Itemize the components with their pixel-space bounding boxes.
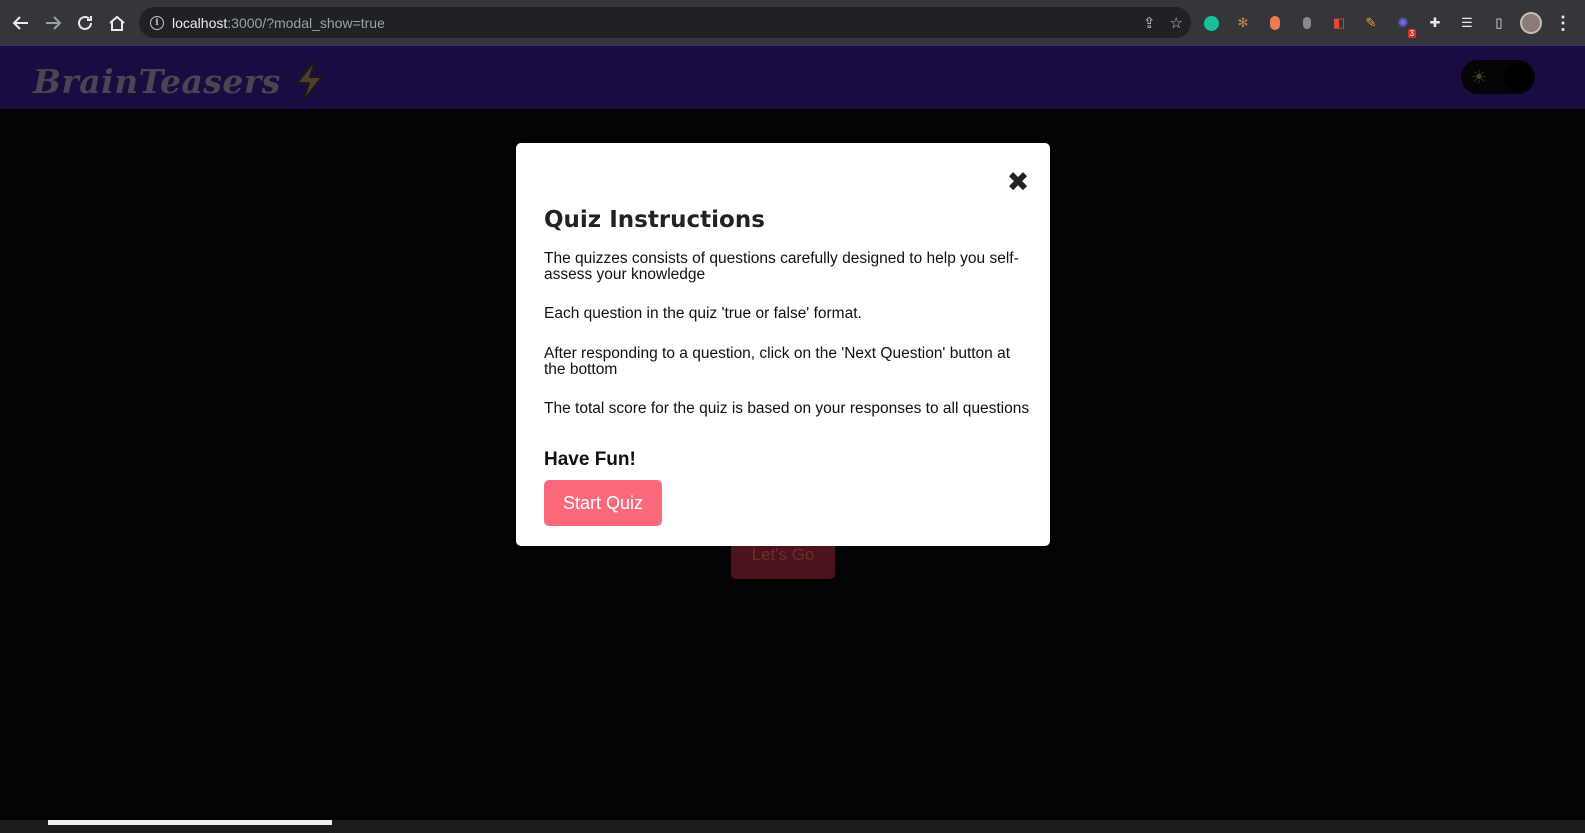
extension-icon[interactable]: ✺ 3	[1392, 12, 1416, 38]
instructions-modal: ✖ Quiz Instructions The quizzes consists…	[516, 143, 1050, 546]
puzzle-icon[interactable]: ✚	[1424, 12, 1446, 34]
app-header: BrainTeasers ☀	[0, 45, 1585, 109]
browser-toolbar: i localhost:3000/?modal_show=true ⇪ ☆ ✻ …	[0, 0, 1585, 45]
lightning-bolt-icon	[295, 60, 323, 102]
start-quiz-button[interactable]: Start Quiz	[544, 480, 662, 526]
extension-icon[interactable]	[1264, 12, 1286, 34]
reload-icon	[78, 15, 92, 30]
back-button[interactable]	[5, 7, 37, 39]
extension-icon[interactable]: ◧	[1328, 12, 1350, 34]
modal-title: Quiz Instructions	[544, 207, 765, 233]
pen-icon[interactable]: ✎	[1360, 12, 1382, 34]
badge-count: 3	[1407, 29, 1416, 38]
instruction-paragraph: The quizzes consists of questions carefu…	[544, 250, 1019, 283]
reload-button[interactable]	[69, 7, 101, 39]
theme-toggle[interactable]: ☀	[1461, 60, 1535, 94]
arrow-right-icon	[46, 15, 62, 30]
extension-icon[interactable]: ✻	[1232, 12, 1254, 34]
brand-title: BrainTeasers	[33, 61, 281, 101]
instruction-paragraph: Each question in the quiz 'true or false…	[544, 305, 862, 322]
grammarly-icon[interactable]	[1200, 12, 1222, 34]
instruction-paragraph: The total score for the quiz is based on…	[544, 400, 1030, 417]
menu-icon[interactable]: ⋮	[1554, 13, 1572, 34]
reading-list-icon[interactable]: ☰	[1456, 12, 1478, 34]
bookmark-star-icon[interactable]: ☆	[1170, 14, 1183, 32]
share-icon[interactable]: ⇪	[1143, 14, 1156, 32]
close-icon[interactable]: ✖	[1003, 168, 1033, 198]
sidepanel-icon[interactable]: ▯	[1488, 12, 1510, 34]
forward-button[interactable]	[37, 7, 69, 39]
home-button[interactable]	[101, 7, 133, 39]
brand[interactable]: BrainTeasers	[33, 59, 329, 103]
toggle-knob	[1504, 63, 1532, 91]
instruction-paragraph: After responding to a question, click on…	[544, 345, 1011, 378]
have-fun-text: Have Fun!	[544, 449, 636, 470]
scrollbar[interactable]	[48, 820, 332, 825]
extension-icon[interactable]	[1296, 12, 1318, 34]
sun-icon: ☀	[1470, 67, 1488, 87]
address-bar[interactable]: i localhost:3000/?modal_show=true ⇪ ☆	[139, 7, 1191, 38]
avatar[interactable]	[1520, 12, 1542, 34]
extensions-row: ✻ ◧ ✎ ✺ 3 ✚ ☰ ▯ ⋮	[1200, 10, 1572, 38]
arrow-left-icon	[12, 15, 28, 30]
url-text[interactable]: localhost:3000/?modal_show=true	[172, 15, 385, 31]
home-icon	[109, 15, 125, 31]
info-icon[interactable]: i	[150, 15, 164, 30]
